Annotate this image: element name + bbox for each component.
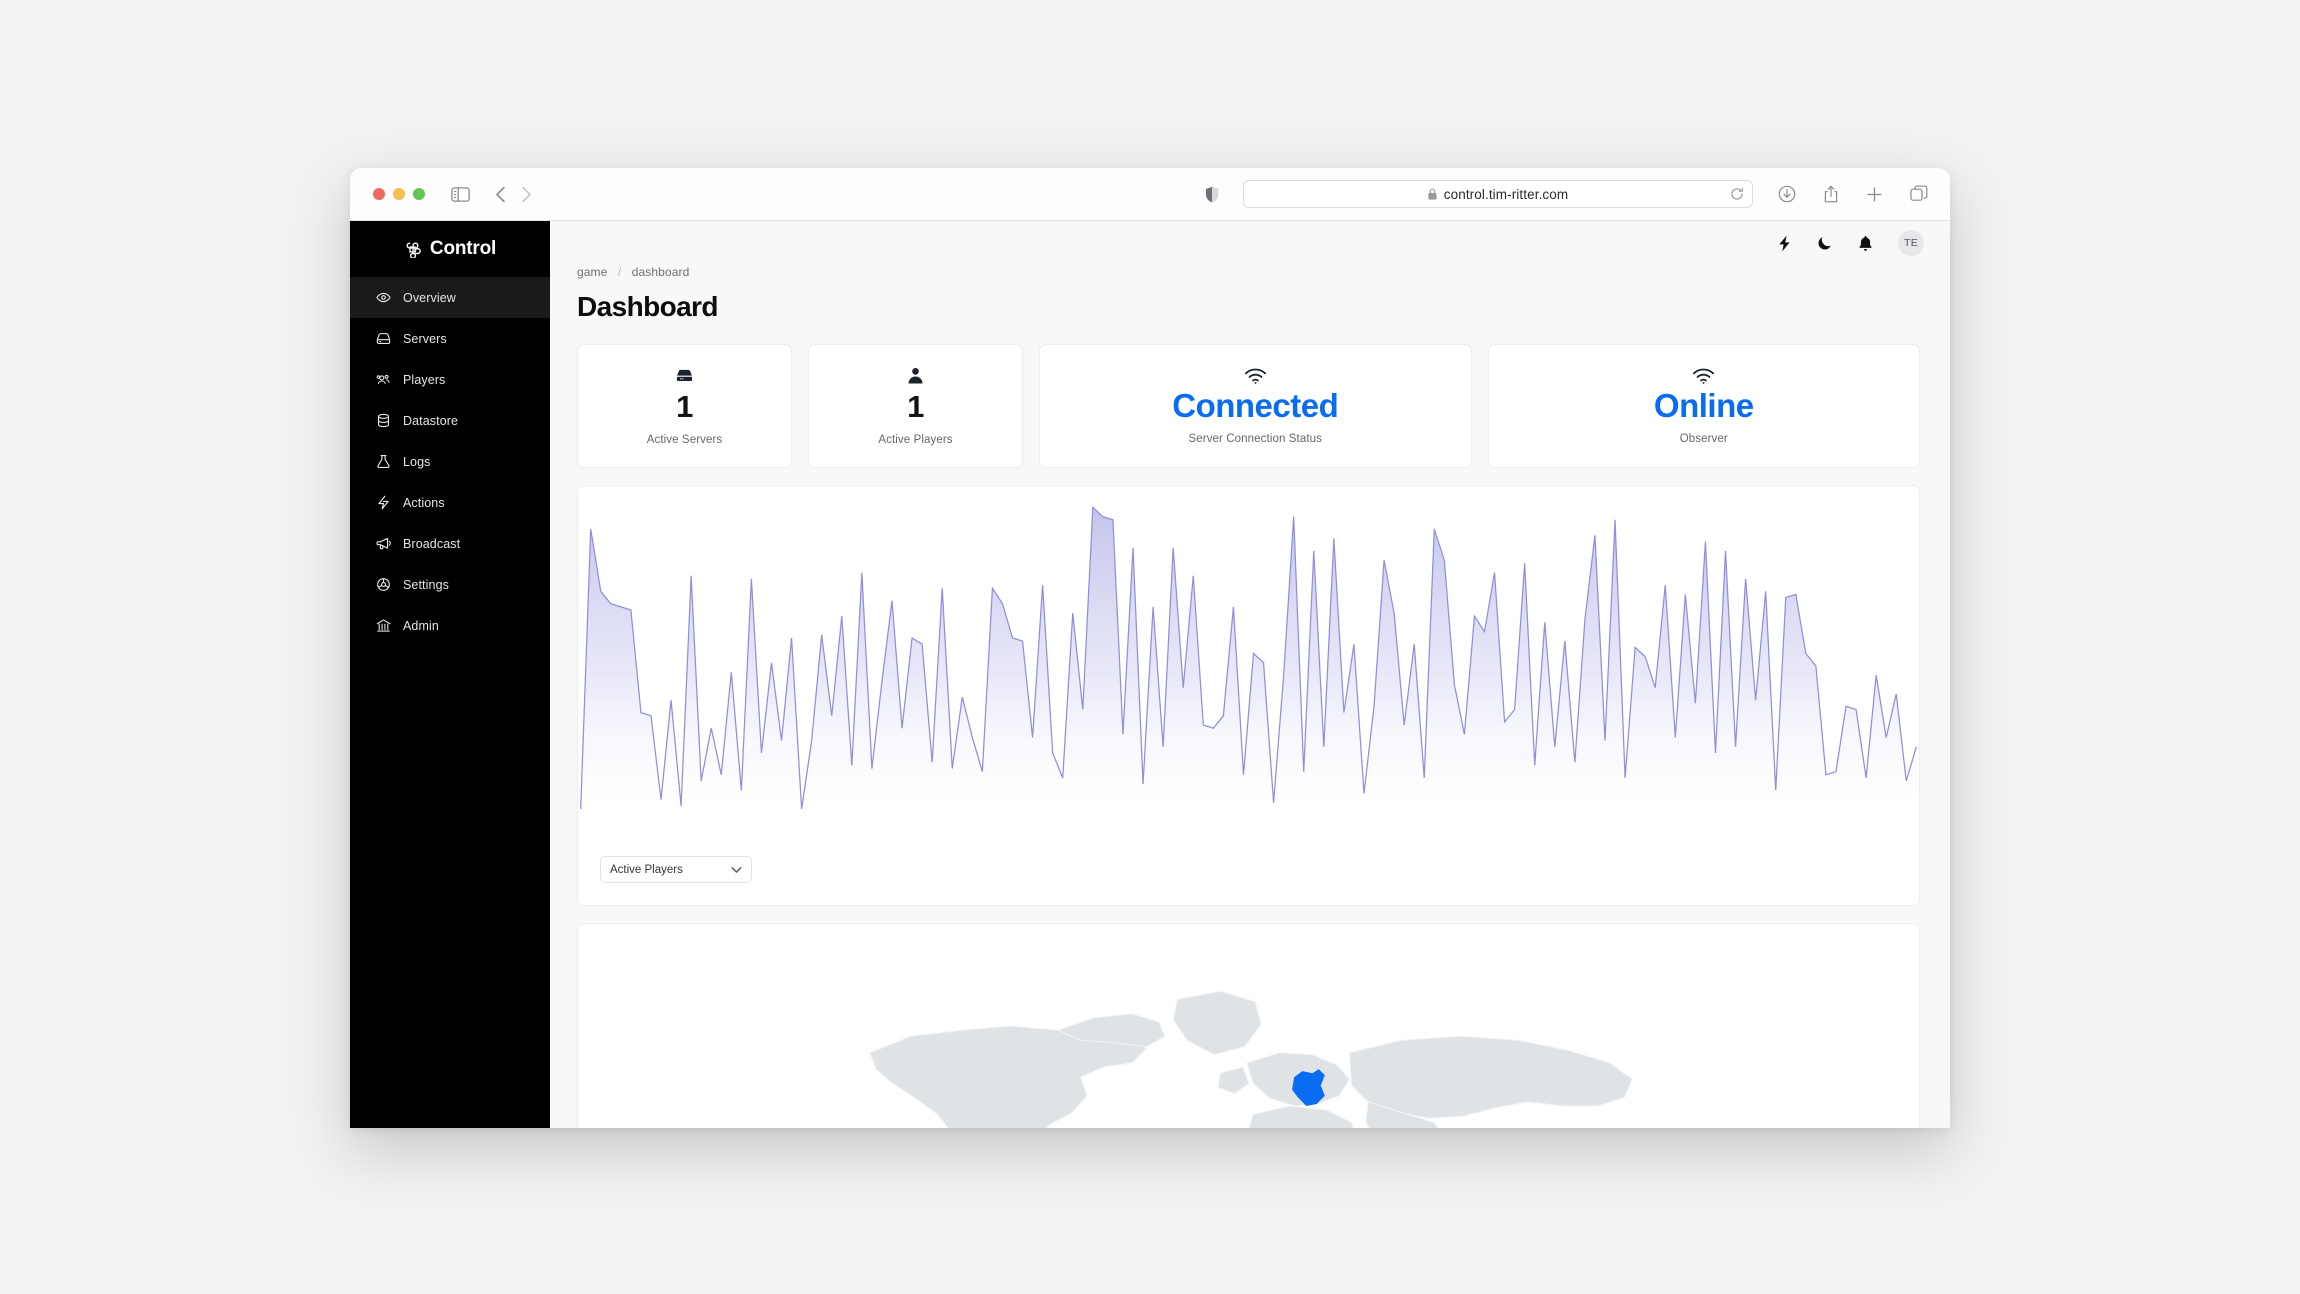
brand-label: Control xyxy=(429,238,497,259)
breadcrumb: game / dashboard xyxy=(577,265,1920,279)
maximize-window-button[interactable] xyxy=(413,188,425,200)
users-icon xyxy=(376,372,391,387)
sidebar-toggle-icon[interactable] xyxy=(451,186,470,202)
breadcrumb-current: dashboard xyxy=(631,265,690,279)
stat-label: Server Connection Status xyxy=(1188,433,1322,446)
window-controls[interactable] xyxy=(373,188,425,200)
url-bar[interactable]: control.tim-ritter.com xyxy=(1243,180,1753,208)
page-title: Dashboard xyxy=(577,291,718,322)
server-icon xyxy=(376,331,391,346)
map-landmasses xyxy=(868,990,1633,1128)
app-header: TE xyxy=(550,221,1950,265)
sidebar-item-players[interactable]: Players xyxy=(350,359,550,400)
new-tab-icon[interactable] xyxy=(1866,186,1883,203)
browser-toolbar: control.tim-ritter.com xyxy=(350,168,1950,221)
breadcrumb-root[interactable]: game xyxy=(577,265,607,279)
database-icon xyxy=(376,413,391,428)
bolt-icon xyxy=(376,495,391,510)
moon-icon[interactable] xyxy=(1817,235,1833,251)
share-icon[interactable] xyxy=(1823,185,1839,204)
sidebar-item-label: Datastore xyxy=(403,413,459,428)
world-map xyxy=(868,990,1633,1128)
reload-icon[interactable] xyxy=(1730,187,1744,201)
stat-value: 1 xyxy=(676,389,693,425)
chart-area-fill xyxy=(580,507,1917,809)
gear-icon xyxy=(376,577,391,592)
url-text: control.tim-ritter.com xyxy=(1443,186,1569,202)
dashboard-content: game / dashboard Dashboard 1 Active Serv… xyxy=(550,265,1950,1128)
sidebar-item-datastore[interactable]: Datastore xyxy=(350,400,550,441)
command-icon xyxy=(404,241,421,258)
sidebar-item-settings[interactable]: Settings xyxy=(350,564,550,605)
stat-label: Active Players xyxy=(878,433,953,446)
tab-overview-icon[interactable] xyxy=(1910,185,1928,203)
sidebar-item-broadcast[interactable]: Broadcast xyxy=(350,523,550,564)
sidebar-item-label: Actions xyxy=(403,495,445,510)
sidebar-item-label: Broadcast xyxy=(403,536,461,551)
chart-controls: Active Players xyxy=(600,856,752,883)
sidebar-item-logs[interactable]: Logs xyxy=(350,441,550,482)
browser-window: control.tim-ritter.com Control Overview … xyxy=(350,168,1950,1128)
sidebar-item-label: Settings xyxy=(403,577,449,592)
sidebar-item-label: Admin xyxy=(403,618,439,633)
stat-value: 1 xyxy=(907,389,924,425)
sidebar-item-label: Players xyxy=(403,372,446,387)
bolt-icon[interactable] xyxy=(1777,235,1792,252)
brand: Control xyxy=(350,221,550,277)
stat-card-active-servers: 1 Active Servers xyxy=(577,344,792,468)
stat-cards: 1 Active Servers 1 Active Players Connec… xyxy=(577,344,1920,468)
chart-card: Active Players xyxy=(577,485,1920,906)
avatar[interactable]: TE xyxy=(1898,230,1924,256)
stat-label: Observer xyxy=(1679,433,1728,446)
sidebar-item-overview[interactable]: Overview xyxy=(350,277,550,318)
megaphone-icon xyxy=(376,536,391,551)
metric-select-value: Active Players xyxy=(610,863,683,876)
chevron-down-icon xyxy=(731,866,742,874)
main-content: TE game / dashboard Dashboard 1 Active S… xyxy=(550,221,1950,1128)
sidebar: Control Overview Servers Players Datasto… xyxy=(350,221,550,1128)
sidebar-item-admin[interactable]: Admin xyxy=(350,605,550,646)
flask-icon xyxy=(376,454,391,469)
stat-label: Active Servers xyxy=(646,433,723,446)
stat-card-active-players: 1 Active Players xyxy=(808,344,1023,468)
sidebar-item-label: Logs xyxy=(403,454,431,469)
players-area-chart xyxy=(578,486,1919,831)
wifi-icon xyxy=(1692,367,1715,385)
stat-value: Connected xyxy=(1172,386,1339,424)
metric-select[interactable]: Active Players xyxy=(600,856,752,883)
lock-icon xyxy=(1428,188,1437,200)
sidebar-item-servers[interactable]: Servers xyxy=(350,318,550,359)
stat-card-observer: Online Observer xyxy=(1487,344,1920,468)
bank-icon xyxy=(376,618,391,633)
sidebar-item-actions[interactable]: Actions xyxy=(350,482,550,523)
eye-icon xyxy=(376,290,391,305)
chevron-left-icon[interactable] xyxy=(495,186,506,203)
app-body: Control Overview Servers Players Datasto… xyxy=(350,221,1950,1128)
download-icon[interactable] xyxy=(1778,185,1796,203)
user-icon xyxy=(906,366,925,387)
sidebar-item-label: Servers xyxy=(403,331,447,346)
server-icon xyxy=(674,366,695,387)
bell-icon[interactable] xyxy=(1858,235,1873,252)
stat-card-connection-status: Connected Server Connection Status xyxy=(1039,344,1472,468)
minimize-window-button[interactable] xyxy=(393,188,405,200)
map-card xyxy=(577,923,1920,1128)
breadcrumb-separator: / xyxy=(617,265,622,279)
wifi-icon xyxy=(1244,367,1267,385)
shield-icon[interactable] xyxy=(1205,186,1219,203)
close-window-button[interactable] xyxy=(373,188,385,200)
sidebar-item-label: Overview xyxy=(403,290,456,305)
stat-value: Online xyxy=(1653,386,1754,424)
browser-toolbar-actions xyxy=(1778,185,1928,204)
chevron-right-icon xyxy=(521,186,532,203)
